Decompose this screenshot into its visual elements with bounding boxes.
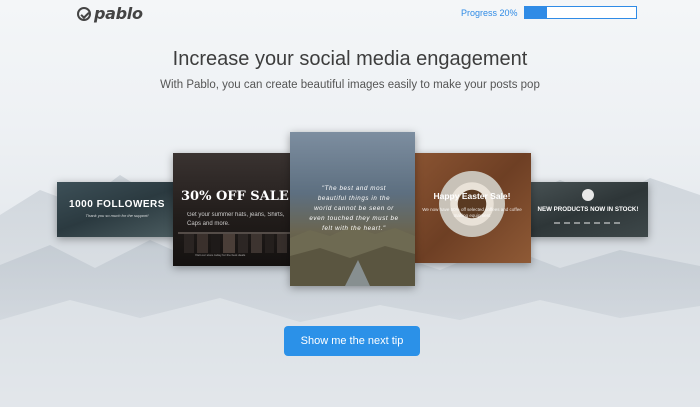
example-image-sale: 30% OFF SALE Get your summer hats, jeans… (173, 153, 295, 266)
store-badge-icon (582, 189, 594, 201)
products-title: NEW PRODUCTS NOW IN STOCK! (537, 206, 639, 213)
followers-subtitle: Thank you so much for the support! (85, 213, 149, 218)
followers-title: 1000 FOLLOWERS (69, 199, 165, 210)
example-image-new-products: NEW PRODUCTS NOW IN STOCK! (528, 182, 648, 237)
clothing-rack-illustration (178, 232, 290, 253)
easter-subtitle: We now have 50% off selected coffees and… (422, 207, 522, 219)
page-subheadline: With Pablo, you can create beautiful ima… (160, 79, 540, 91)
logo-text: pablo (94, 4, 143, 23)
example-image-quote: "The best and most beautiful things in t… (290, 132, 415, 286)
page-headline: Increase your social media engagement (172, 48, 528, 70)
decorative-divider (554, 222, 622, 224)
next-tip-button[interactable]: Show me the next tip (284, 326, 420, 356)
progress-bar-fill (524, 7, 547, 18)
coffee-cup-illustration (439, 171, 505, 237)
progress-indicator: Progress 20% (461, 6, 637, 19)
checkmark-circle-icon (77, 6, 91, 21)
sale-footnote: Visit our store today for the best deals (195, 253, 246, 257)
example-image-followers: 1000 FOLLOWERS Thank you so much for the… (57, 182, 177, 237)
sale-subtitle: Get your summer hats, jeans, Shirts, Cap… (187, 212, 285, 227)
progress-bar (523, 6, 637, 19)
sale-title: 30% OFF SALE (181, 189, 289, 204)
example-image-easter: Happy Easter Sale! We now have 50% off s… (413, 153, 531, 263)
quote-text: "The best and most beautiful things in t… (309, 185, 399, 232)
progress-label: Progress 20% (461, 7, 518, 18)
easter-title: Happy Easter Sale! (433, 191, 511, 201)
pablo-logo[interactable]: pablo (77, 4, 143, 23)
